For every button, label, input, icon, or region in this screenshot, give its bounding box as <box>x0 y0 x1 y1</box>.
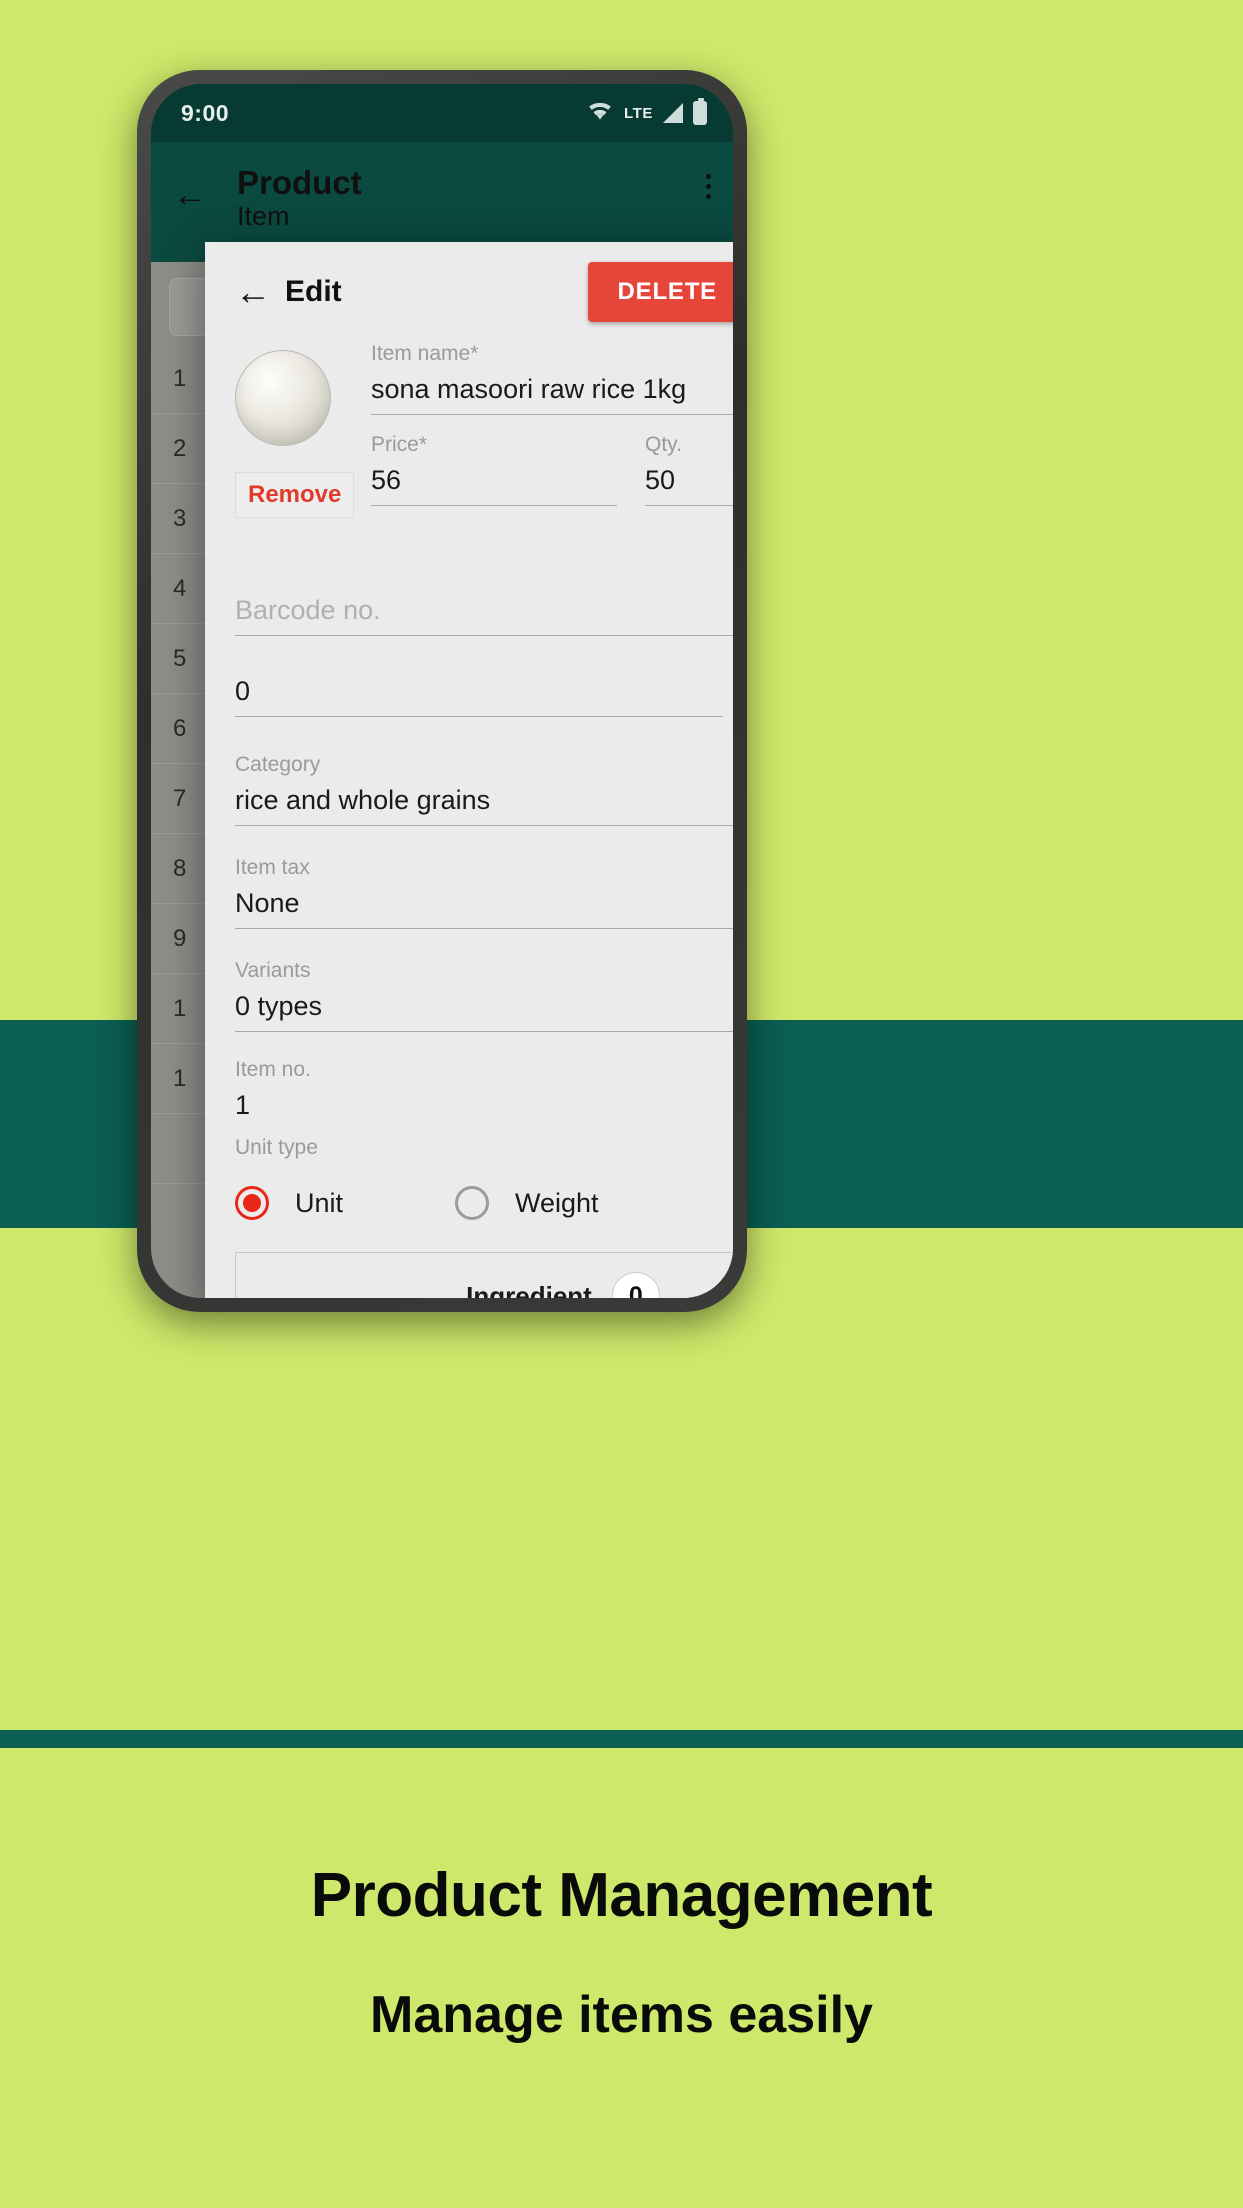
qty-input[interactable]: 50 <box>645 465 733 506</box>
ingredient-button[interactable]: Ingredient 0 <box>235 1252 733 1298</box>
barcode-input[interactable]: Barcode no. <box>235 595 733 636</box>
mrp-input[interactable]: 0 <box>235 676 723 717</box>
item-photo[interactable] <box>235 350 331 446</box>
item-tax-label: Item tax <box>235 856 310 879</box>
edit-item-dialog: ← Edit DELETE SAVE Remove Item name* <box>205 242 733 1298</box>
delete-button[interactable]: DELETE <box>587 262 733 322</box>
item-tax-value: None <box>235 888 300 918</box>
status-bar: 9:00 LTE <box>151 84 733 142</box>
variants-value: 0 types <box>235 991 323 1021</box>
mrp-field: 0 <box>235 676 723 717</box>
radio-selected-icon <box>235 1186 269 1220</box>
price-field: Price* 56 <box>371 433 617 506</box>
overflow-menu-icon[interactable] <box>706 174 711 199</box>
qty-label: Qty. <box>645 433 682 456</box>
item-fields-column: Item name* sona masoori raw rice 1kg Pri… <box>371 342 733 518</box>
category-value: rice and whole grains <box>235 785 491 815</box>
weight-option-label: Weight <box>515 1187 599 1218</box>
status-time: 9:00 <box>181 99 230 126</box>
item-header-row: Remove Item name* sona masoori raw rice … <box>235 342 733 518</box>
price-value: 56 <box>371 465 402 495</box>
unit-type-option-unit[interactable]: Unit <box>235 1186 455 1220</box>
barcode-field: Barcode no. <box>235 595 733 636</box>
category-field: Category rice and whole grains <box>235 753 733 826</box>
ingredient-count-badge: 0 <box>611 1272 660 1298</box>
signal-icon <box>663 103 683 123</box>
item-no-label: Item no. <box>235 1058 311 1081</box>
price-label: Price* <box>371 433 428 456</box>
phone-screen: 9:00 LTE ← Product Item 1 2 3 4 5 6 7 8 … <box>151 84 733 1298</box>
caption-subline: Manage items easily <box>370 1986 873 2044</box>
radio-unselected-icon <box>455 1186 489 1220</box>
background-band-thin <box>0 1730 1243 1748</box>
network-label: LTE <box>623 104 653 122</box>
price-qty-row: Price* 56 Qty. 50 <box>371 433 733 506</box>
unit-type-option-weight[interactable]: Weight <box>455 1186 675 1220</box>
item-tax-field: Item tax None <box>235 856 733 929</box>
dialog-title: Edit <box>285 275 342 308</box>
unit-type-label: Unit type <box>235 1136 318 1159</box>
item-no-field: Item no. 1 <box>235 1058 733 1130</box>
price-input[interactable]: 56 <box>371 465 617 506</box>
page-subtitle: Item <box>237 200 290 231</box>
barcode-row: Barcode no. <box>235 558 733 642</box>
mrp-currency-row: 0 ₹ <box>235 676 733 723</box>
unit-option-label: Unit <box>295 1187 344 1218</box>
qty-field: Qty. 50 <box>645 433 733 506</box>
unit-type-options: Unit Weight <box>235 1186 733 1220</box>
item-name-field: Item name* sona masoori raw rice 1kg <box>371 342 733 415</box>
item-no-input[interactable]: 1 <box>235 1090 733 1130</box>
category-select[interactable]: rice and whole grains <box>235 785 733 826</box>
item-tax-select[interactable]: None <box>235 888 733 929</box>
page-title: Product <box>237 164 362 201</box>
back-arrow-icon[interactable]: ← <box>173 178 207 212</box>
item-name-label: Item name* <box>371 342 479 365</box>
unit-type-group: Unit type Unit Weight <box>235 1136 733 1220</box>
barcode-placeholder: Barcode no. <box>235 595 381 625</box>
mrp-value: 0 <box>235 676 251 706</box>
app-bar-titles: Product Item <box>237 164 362 232</box>
ingredient-label: Ingredient <box>466 1280 592 1299</box>
item-no-value: 1 <box>235 1090 251 1120</box>
qty-value: 50 <box>645 465 676 495</box>
caption-headline: Product Management <box>310 1861 933 1930</box>
item-name-input[interactable]: sona masoori raw rice 1kg <box>371 374 733 415</box>
dialog-back-icon[interactable]: ← <box>205 274 285 310</box>
category-label: Category <box>235 753 321 776</box>
variants-field: Variants 0 types <box>235 959 733 1032</box>
remove-image-button[interactable]: Remove <box>235 472 355 518</box>
item-name-value: sona masoori raw rice 1kg <box>371 374 687 404</box>
variants-select[interactable]: 0 types <box>235 991 733 1032</box>
phone-mockup: 9:00 LTE ← Product Item 1 2 3 4 5 6 7 8 … <box>137 70 747 1312</box>
status-icons: LTE <box>586 98 707 127</box>
variants-label: Variants <box>235 959 311 982</box>
wifi-icon <box>586 100 614 127</box>
edit-item-form: Remove Item name* sona masoori raw rice … <box>205 342 733 1298</box>
dialog-header: ← Edit DELETE SAVE <box>205 242 733 342</box>
item-image-column: Remove <box>235 342 355 518</box>
battery-icon <box>693 98 707 125</box>
